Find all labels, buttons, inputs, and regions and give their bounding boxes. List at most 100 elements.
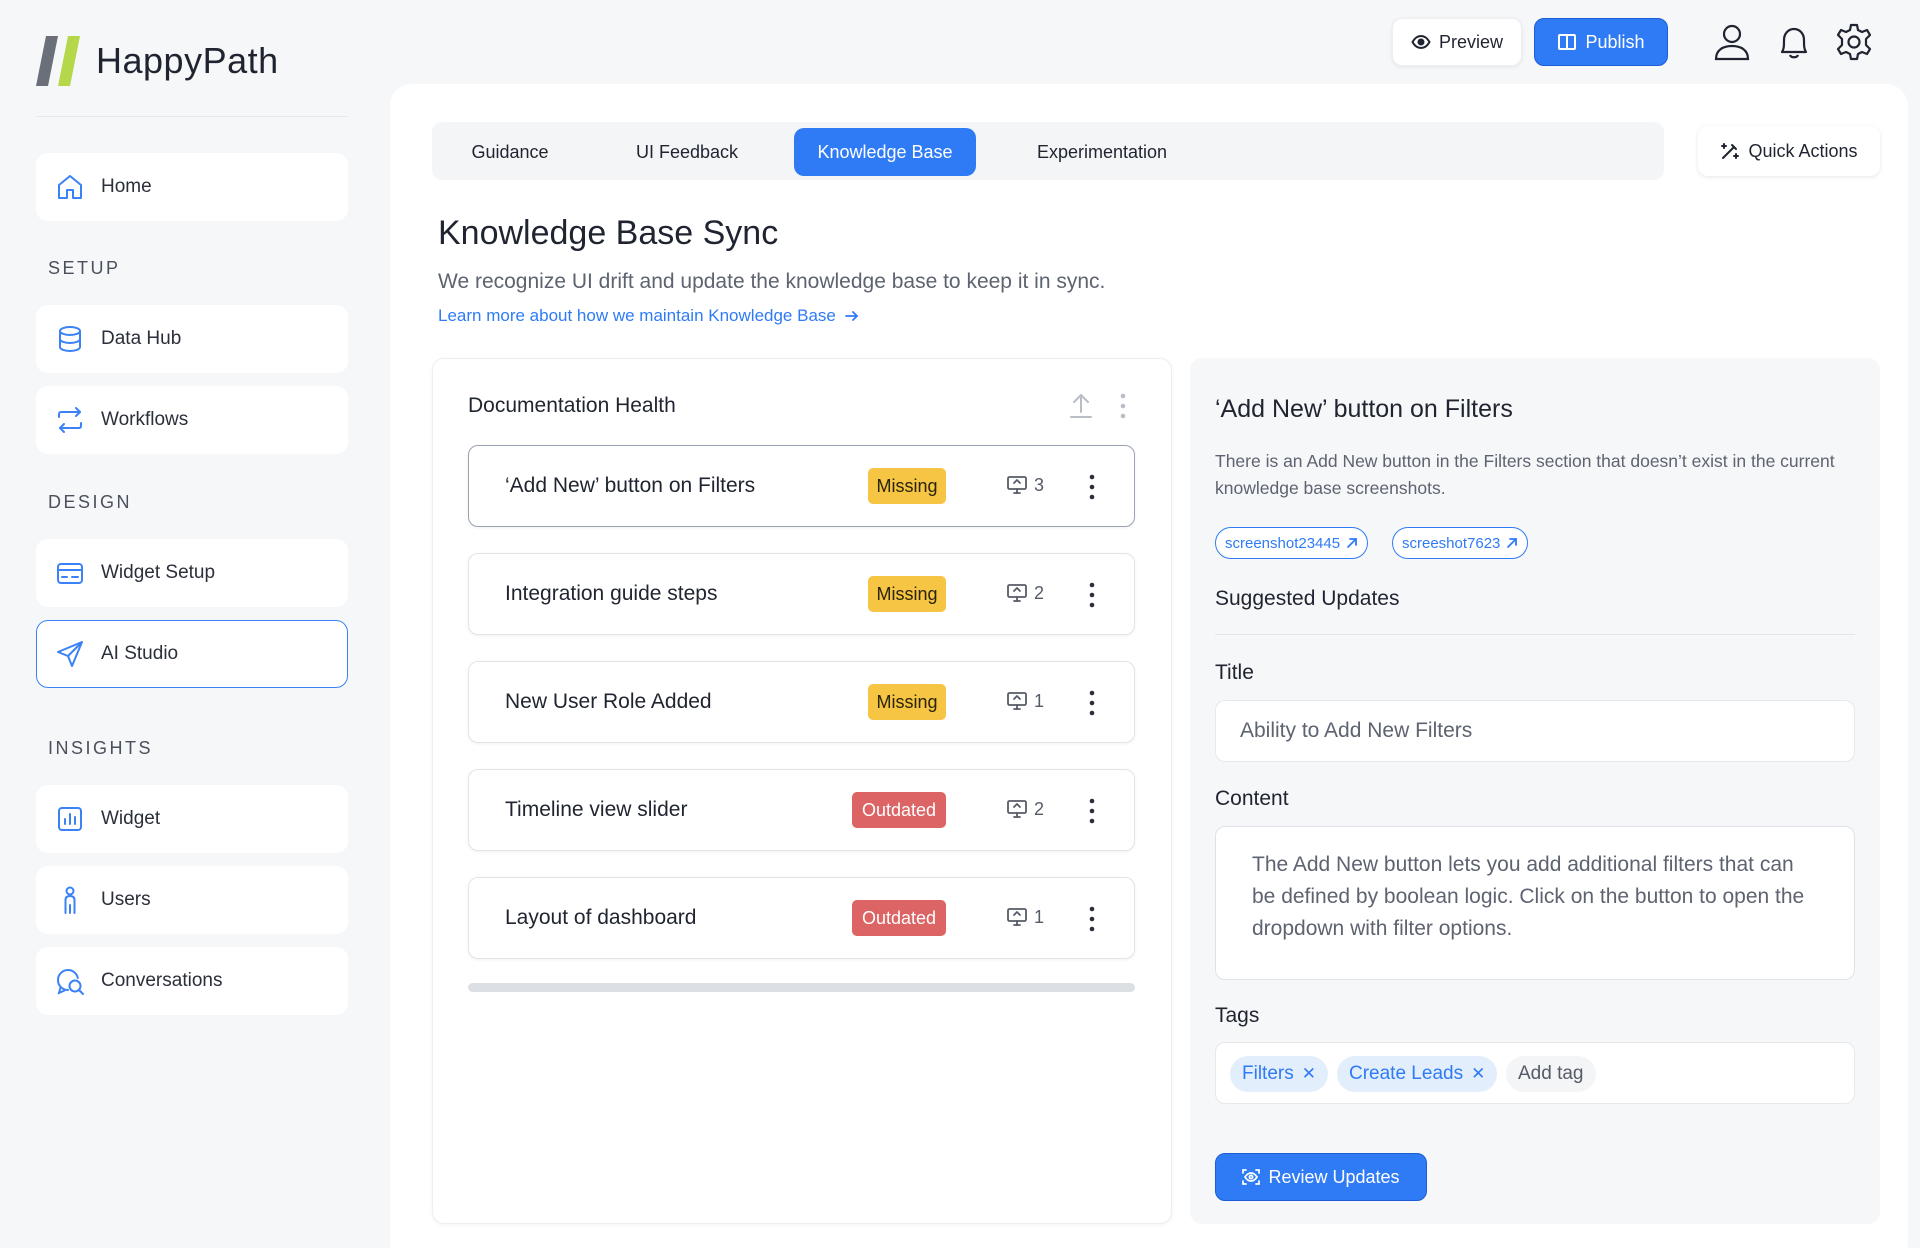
doc-row[interactable]: New User Role Added Missing 1 <box>468 661 1135 743</box>
monitor-sync-icon <box>1007 800 1027 818</box>
more-vertical-icon[interactable] <box>1088 472 1096 502</box>
suggested-updates-heading: Suggested Updates <box>1215 587 1400 610</box>
documentation-health-title: Documentation Health <box>468 394 676 417</box>
home-icon <box>58 175 82 199</box>
screenshot-count-value: 3 <box>1033 474 1044 495</box>
tag-chip: Filters ✕ <box>1230 1056 1328 1092</box>
gear-icon[interactable] <box>1834 22 1874 62</box>
learn-more-link[interactable]: Learn more about how we maintain Knowled… <box>438 306 860 326</box>
screenshot-link[interactable]: screeshot7623 <box>1392 527 1529 559</box>
sidebar-item-users[interactable]: Users <box>36 866 348 934</box>
detail-title: ‘Add New’ button on Filters <box>1215 395 1513 423</box>
sidebar-item-widget[interactable]: Widget <box>36 785 348 853</box>
screenshot-link-label: screenshot23445 <box>1225 534 1341 552</box>
more-vertical-icon[interactable] <box>1088 904 1096 934</box>
sidebar-item-home[interactable]: Home <box>36 153 348 221</box>
tags-field-label: Tags <box>1215 1004 1260 1027</box>
status-badge: Missing <box>868 576 946 612</box>
doc-row[interactable]: Layout of dashboard Outdated 1 <box>468 877 1135 959</box>
sidebar-item-widget-setup[interactable]: Widget Setup <box>36 539 348 607</box>
screenshot-count-value: 1 <box>1033 690 1044 711</box>
status-badge: Outdated <box>852 900 946 936</box>
sidebar-item-data-hub[interactable]: Data Hub <box>36 305 348 373</box>
arrow-right-icon <box>844 311 858 321</box>
page-title: Knowledge Base Sync <box>438 214 779 252</box>
quick-actions-label: Quick Actions <box>1748 140 1858 161</box>
sidebar-section-design: DESIGN <box>48 492 133 512</box>
eye-icon <box>1411 34 1431 50</box>
book-icon <box>1558 34 1577 50</box>
database-icon <box>59 326 81 353</box>
quick-actions-button[interactable]: Quick Actions <box>1698 126 1880 176</box>
doc-row-label: Layout of dashboard <box>505 906 697 929</box>
sidebar-divider <box>36 116 348 117</box>
review-updates-button[interactable]: Review Updates <box>1215 1153 1427 1201</box>
sidebar-item-workflows[interactable]: Workflows <box>36 386 348 454</box>
tag-chip: Create Leads ✕ <box>1337 1056 1498 1092</box>
sidebar-item-ai-studio[interactable]: AI Studio <box>36 620 348 688</box>
eye-scan-icon <box>1242 1169 1261 1185</box>
content-textarea[interactable]: The Add New button lets you add addition… <box>1215 826 1855 980</box>
doc-row[interactable]: Timeline view slider Outdated 2 <box>468 769 1135 851</box>
logo[interactable]: HappyPath <box>36 36 279 86</box>
workflow-icon <box>58 407 82 433</box>
status-badge: Outdated <box>852 792 946 828</box>
page-subtitle: We recognize UI drift and update the kno… <box>438 270 1106 293</box>
tab-ui-feedback[interactable]: UI Feedback <box>614 128 760 176</box>
more-vertical-icon[interactable] <box>1088 580 1096 610</box>
remove-tag-icon[interactable]: ✕ <box>1471 1064 1485 1084</box>
preview-button[interactable]: Preview <box>1392 18 1522 66</box>
screenshot-count: 2 <box>1006 582 1044 604</box>
sidebar-item-label: Conversations <box>101 970 223 991</box>
sidebar-item-label: Widget <box>101 808 161 829</box>
external-link-icon <box>1347 538 1357 548</box>
bell-icon[interactable] <box>1774 22 1814 62</box>
learn-more-label: Learn more about how we maintain Knowled… <box>438 306 836 325</box>
sidebar-item-label: Data Hub <box>101 328 182 349</box>
screenshot-count: 1 <box>1006 690 1044 712</box>
upload-icon[interactable] <box>1068 392 1094 420</box>
external-link-icon <box>1507 538 1518 548</box>
sidebar-item-label: Widget Setup <box>101 562 216 583</box>
add-tag-input[interactable]: Add tag <box>1506 1056 1596 1092</box>
happypath-logo-icon <box>36 36 80 86</box>
sidebar-section-setup: SETUP <box>48 258 121 278</box>
widget-setup-icon <box>57 563 83 584</box>
screenshot-link[interactable]: screenshot23445 <box>1215 527 1369 559</box>
doc-row[interactable]: ‘Add New’ button on Filters Missing 3 <box>468 445 1135 527</box>
screenshot-count-value: 1 <box>1033 906 1044 927</box>
preview-label: Preview <box>1438 31 1504 52</box>
remove-tag-icon[interactable]: ✕ <box>1302 1064 1316 1084</box>
tab-knowledge-base[interactable]: Knowledge Base <box>794 128 976 176</box>
chat-search-icon <box>56 968 84 995</box>
publish-button[interactable]: Publish <box>1534 18 1668 66</box>
more-vertical-icon[interactable] <box>1088 796 1096 826</box>
more-vertical-icon[interactable] <box>1112 392 1134 420</box>
doc-row[interactable]: Integration guide steps Missing 2 <box>468 553 1135 635</box>
tab-guidance[interactable]: Guidance <box>448 128 572 176</box>
monitor-sync-icon <box>1007 908 1027 926</box>
monitor-sync-icon <box>1007 476 1027 494</box>
tag-label: Create Leads <box>1349 1063 1464 1084</box>
magic-wand-icon <box>1721 143 1740 159</box>
doc-row-label: ‘Add New’ button on Filters <box>505 474 756 497</box>
screenshot-count: 2 <box>1006 798 1044 820</box>
title-input[interactable] <box>1215 700 1855 762</box>
screenshot-link-label: screeshot7623 <box>1402 534 1501 552</box>
detail-description: There is an Add New button in the Filter… <box>1215 451 1835 498</box>
doc-row-label: New User Role Added <box>505 690 712 713</box>
screenshot-count-value: 2 <box>1033 582 1044 603</box>
detail-divider <box>1215 634 1855 635</box>
sidebar-section-insights: INSIGHTS <box>48 738 154 758</box>
sidebar-item-label: AI Studio <box>101 643 179 664</box>
profile-icon[interactable] <box>1712 22 1752 62</box>
screenshot-count: 1 <box>1006 906 1044 928</box>
sidebar-item-conversations[interactable]: Conversations <box>36 947 348 1015</box>
horizontal-scrollbar[interactable] <box>468 983 1135 992</box>
tab-experimentation[interactable]: Experimentation <box>1018 128 1186 176</box>
sidebar-item-label: Users <box>101 889 151 910</box>
more-vertical-icon[interactable] <box>1088 688 1096 718</box>
status-badge: Missing <box>868 468 946 504</box>
screenshot-count-value: 2 <box>1033 798 1044 819</box>
monitor-sync-icon <box>1007 584 1027 602</box>
